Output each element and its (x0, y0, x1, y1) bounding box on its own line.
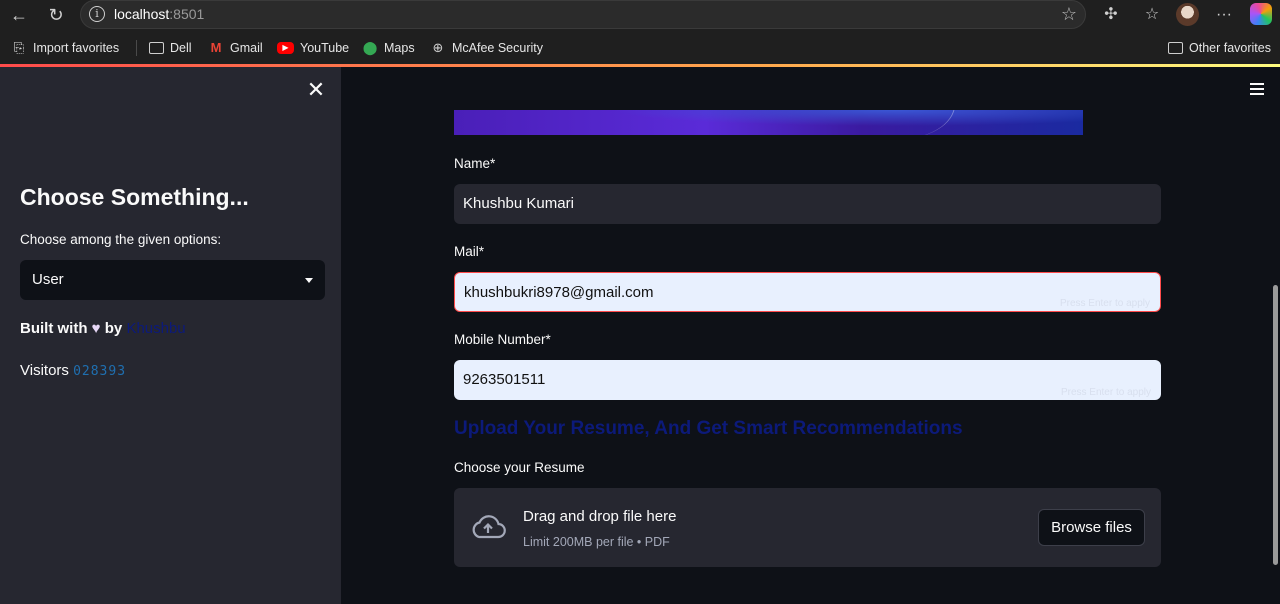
bookmark-gmail[interactable]: M Gmail (208, 39, 263, 57)
resume-dropzone[interactable]: Drag and drop file here Limit 200MB per … (454, 488, 1161, 567)
bookmark-youtube[interactable]: ▶ YouTube (277, 39, 349, 57)
mobile-enter-hint: Press Enter to apply (1060, 387, 1151, 398)
visitor-count: 028393 (73, 364, 127, 379)
bookmark-dell[interactable]: Dell (149, 39, 192, 57)
maps-pin-icon: ⬤ (362, 40, 378, 55)
role-select[interactable]: User (20, 260, 325, 300)
globe-icon: ⊕ (432, 40, 444, 55)
name-label: Name* (454, 156, 496, 171)
scrollbar-thumb[interactable] (1273, 285, 1278, 565)
select-label: Choose among the given options: (20, 232, 222, 247)
heart-icon: ♥ (91, 320, 101, 337)
mail-value: khushbukri8978@gmail.com (464, 284, 654, 301)
bookmark-mcafee[interactable]: ⊕ McAfee Security (430, 39, 543, 57)
close-sidebar-icon[interactable]: ✕ (305, 79, 327, 101)
author-link[interactable]: Khushbu (126, 320, 185, 337)
mobile-value: 9263501511 (463, 371, 546, 388)
sidebar-title: Choose Something... (20, 184, 249, 210)
mail-enter-hint: Press Enter to apply (1059, 298, 1150, 309)
url-text: localhost:8501 (114, 6, 205, 22)
chevron-down-icon (305, 278, 313, 283)
folder-icon (149, 42, 164, 54)
built-with-text: Built with ♥ by Khushbu (20, 320, 186, 337)
mobile-input[interactable]: 9263501511 Press Enter to apply (454, 360, 1161, 400)
name-value: Khushbu Kumari (463, 195, 574, 212)
select-value: User (32, 271, 64, 288)
mail-label: Mail* (454, 244, 485, 259)
youtube-icon: ▶ (277, 42, 294, 54)
gmail-icon: M (210, 40, 222, 55)
bookmark-maps[interactable]: ⬤ Maps (362, 39, 415, 57)
browse-files-button[interactable]: Browse files (1038, 509, 1145, 546)
more-menu-icon[interactable]: ··· (1212, 3, 1236, 27)
favorite-star-icon[interactable]: ☆ (1061, 4, 1077, 25)
bookmark-other-favorites[interactable]: Other favorites (1168, 39, 1271, 57)
address-bar[interactable]: i localhost:8501 ☆ (80, 0, 1086, 29)
header-banner-image (454, 110, 1083, 135)
bookmarks-bar: ⎘ Import favorites Dell M Gmail ▶ YouTube ⬤… (0, 30, 1280, 64)
mobile-label: Mobile Number* (454, 332, 551, 347)
hamburger-menu-icon[interactable] (1250, 83, 1264, 95)
back-icon[interactable]: ← (7, 3, 31, 27)
copilot-icon[interactable] (1250, 3, 1272, 25)
site-info-icon[interactable]: i (89, 6, 105, 22)
visitor-counter: Visitors 028393 (20, 362, 127, 379)
dropzone-limit: Limit 200MB per file • PDF (523, 535, 670, 549)
upload-heading: Upload Your Resume, And Get Smart Recomm… (454, 418, 963, 439)
folder-icon (1168, 42, 1183, 54)
dropzone-title: Drag and drop file here (523, 508, 677, 525)
browser-toolbar: ← ↻ i localhost:8501 ☆ ✣ ☆ ··· (0, 0, 1280, 30)
name-input[interactable]: Khushbu Kumari (454, 184, 1161, 224)
refresh-icon[interactable]: ↻ (44, 3, 68, 27)
favorites-icon[interactable]: ☆ (1140, 3, 1164, 27)
main-content: Name* Khushbu Kumari Mail* khushbukri897… (341, 67, 1280, 604)
mail-input[interactable]: khushbukri8978@gmail.com Press Enter to … (454, 272, 1161, 312)
bookmark-import-favorites[interactable]: ⎘ Import favorites (11, 39, 119, 57)
import-icon: ⎘ (13, 40, 25, 55)
sidebar: ✕ Choose Something... Choose among the g… (0, 67, 341, 604)
resume-label: Choose your Resume (454, 460, 585, 475)
bookmark-separator (136, 40, 137, 56)
profile-avatar[interactable] (1176, 3, 1199, 26)
extensions-icon[interactable]: ✣ (1099, 3, 1123, 27)
cloud-upload-icon (472, 515, 506, 539)
